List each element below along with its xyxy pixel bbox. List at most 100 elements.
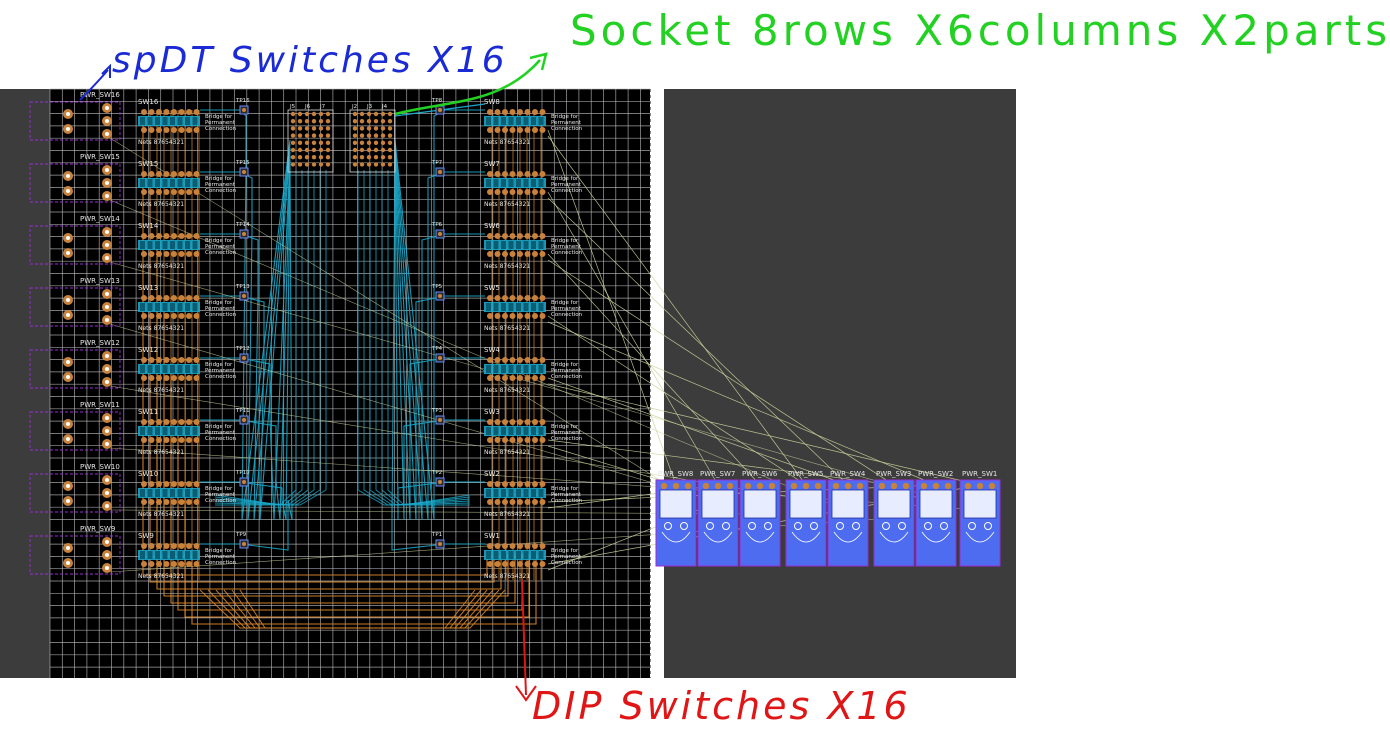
dip-actuator xyxy=(140,365,145,373)
dip-pad xyxy=(502,189,508,195)
socket-pin xyxy=(373,155,379,160)
socket-pin xyxy=(380,147,386,153)
spdt-pad-hole xyxy=(105,243,109,247)
dip-pad xyxy=(163,437,170,443)
dip-actuator xyxy=(147,117,153,125)
dip-pad xyxy=(186,481,192,487)
socket-pin xyxy=(359,111,365,117)
dip-pad xyxy=(163,189,170,195)
socket-pin xyxy=(290,155,296,160)
dip-pad xyxy=(148,189,155,195)
dip-pad xyxy=(148,561,155,567)
dip-pad xyxy=(517,127,523,133)
dip-pad xyxy=(532,543,538,549)
spdt-pad-hole xyxy=(105,354,109,358)
dip-pad xyxy=(524,127,531,133)
dip-pad xyxy=(524,295,531,301)
dip-pad xyxy=(141,481,147,487)
dip-actuator xyxy=(501,427,506,435)
dip-pad xyxy=(502,233,508,239)
dip-pad xyxy=(148,127,155,133)
dip-pad xyxy=(148,251,155,257)
nets-label: Nets 87654321 xyxy=(484,511,530,518)
dip-switch-label: SW4 xyxy=(484,346,500,354)
dip-pad xyxy=(141,171,147,177)
dip-pad xyxy=(148,499,155,505)
dip-actuator xyxy=(531,365,536,373)
spdt-pad-hole xyxy=(105,566,109,570)
dip-pad xyxy=(141,561,147,567)
dip-actuator xyxy=(531,117,536,125)
power-switch-pad xyxy=(932,482,940,490)
dip-pad xyxy=(163,357,170,363)
dip-pad xyxy=(156,127,162,133)
dip-pad xyxy=(148,295,155,301)
test-point-hole xyxy=(242,542,246,546)
nets-label: Nets 87654321 xyxy=(138,387,184,394)
dip-pad xyxy=(509,189,516,195)
dip-actuator xyxy=(192,179,198,187)
test-point-label: TP3 xyxy=(431,408,443,414)
dip-pad xyxy=(494,499,501,505)
dip-pad xyxy=(524,357,531,363)
socket-pin xyxy=(325,147,331,153)
dip-pad xyxy=(524,481,531,487)
test-point-hole xyxy=(438,480,442,484)
dip-pad xyxy=(532,419,538,425)
bridge-label-line3: Connection xyxy=(205,126,237,132)
spdt-pad-hole xyxy=(105,553,109,557)
dip-pad xyxy=(494,295,501,301)
socket-pin xyxy=(318,119,324,124)
spdt-pad-hole xyxy=(66,251,70,255)
dip-actuator xyxy=(185,179,190,187)
socket-pin xyxy=(290,133,296,138)
dip-pad xyxy=(517,357,523,363)
dip-pad xyxy=(186,251,192,257)
dip-pad xyxy=(524,561,531,567)
dip-pad xyxy=(539,171,546,177)
socket-pin xyxy=(304,140,310,145)
dip-pad xyxy=(539,233,546,239)
dip-pad xyxy=(517,437,523,443)
dip-pad xyxy=(532,313,538,319)
dip-pad xyxy=(178,357,185,363)
dip-switch-label: SW8 xyxy=(484,98,500,106)
dip-actuator xyxy=(486,241,491,249)
dip-pad xyxy=(517,251,523,257)
dip-pad xyxy=(141,419,147,425)
dip-pad xyxy=(163,375,170,381)
socket-pin xyxy=(318,147,324,153)
socket-pin xyxy=(325,119,331,124)
spdt-pad-hole xyxy=(105,491,109,495)
socket-pin xyxy=(318,155,324,160)
dip-pad xyxy=(517,295,523,301)
dip-pad xyxy=(539,109,546,115)
dip-actuator xyxy=(538,427,544,435)
dip-pad xyxy=(487,127,493,133)
dip-pad xyxy=(502,561,508,567)
dip-pad xyxy=(178,295,185,301)
dip-pad xyxy=(502,481,508,487)
dip-body xyxy=(484,302,546,312)
socket-label: J6 xyxy=(304,104,311,110)
dip-actuator xyxy=(177,179,183,187)
dip-actuator xyxy=(155,427,160,435)
socket-pin xyxy=(311,162,317,167)
dip-actuator xyxy=(501,117,506,125)
spdt-pad-hole xyxy=(66,360,70,364)
nets-label: Nets 87654321 xyxy=(138,573,184,580)
power-switch-pad xyxy=(672,482,680,490)
spdt-pad-hole xyxy=(105,540,109,544)
socket-pin xyxy=(318,162,324,167)
spdt-pad-hole xyxy=(105,132,109,136)
dip-pad xyxy=(186,437,192,443)
socket-pin xyxy=(325,126,331,131)
power-switch-pad xyxy=(832,482,840,490)
socket-pin xyxy=(304,119,310,124)
dip-pad xyxy=(509,233,516,239)
dip-pad xyxy=(517,499,523,505)
nets-label: Nets 87654321 xyxy=(484,201,530,208)
dip-pad xyxy=(156,251,162,257)
power-switch-slider xyxy=(919,489,953,519)
dip-actuator xyxy=(185,427,190,435)
